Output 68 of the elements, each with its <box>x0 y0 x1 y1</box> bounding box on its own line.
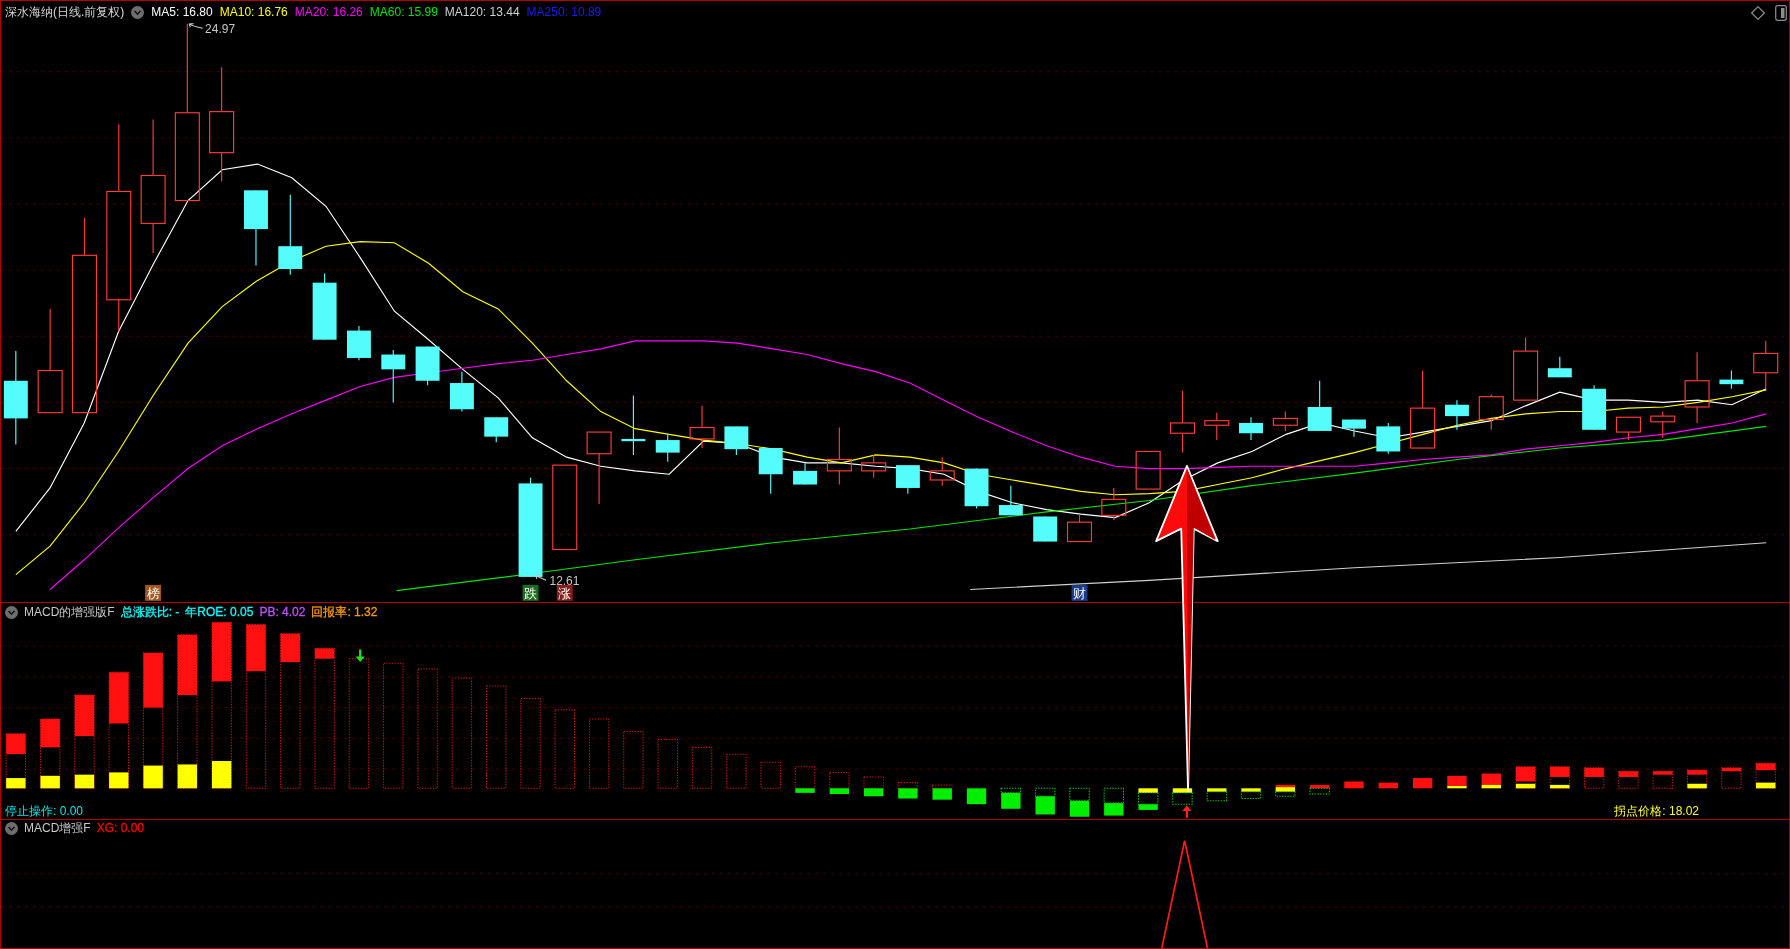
candlestick <box>346 325 371 361</box>
candlestick <box>449 371 474 413</box>
candlestick <box>1066 513 1093 543</box>
candlestick <box>826 426 852 486</box>
event-tag[interactable]: 跌 <box>522 584 539 601</box>
candlestick <box>724 425 749 456</box>
candlestick <box>1307 380 1332 432</box>
chart-title: 深水海纳(日线.前复权) <box>5 4 125 20</box>
up-arrow-icon <box>1182 805 1192 818</box>
candlestick <box>1753 340 1779 390</box>
moving-average-legend: MA20: 16.26 <box>294 4 363 20</box>
candlestick <box>1547 356 1572 378</box>
candlestick <box>1101 487 1127 521</box>
chevron-down-icon[interactable] <box>5 821 18 835</box>
moving-average-legend: MA60: 15.99 <box>369 4 438 20</box>
chevron-down-icon[interactable] <box>5 605 18 619</box>
candlestick <box>1135 450 1161 490</box>
indicator-title: MACD的增强版F <box>24 604 115 620</box>
indicator-title: MACD增强F <box>24 820 91 836</box>
candlestick <box>758 447 783 495</box>
candlestick <box>312 273 337 341</box>
candlestick <box>1204 412 1230 441</box>
indicator-value: 回报率: 1.32 <box>311 604 378 620</box>
candlestick <box>1582 384 1607 431</box>
chevron-down-icon[interactable] <box>131 5 145 19</box>
candlestick <box>1033 515 1058 543</box>
leader-line <box>188 23 204 29</box>
moving-average-legend: MA10: 16.76 <box>219 4 288 20</box>
leader-line <box>535 575 547 581</box>
candlestick <box>381 349 406 403</box>
moving-average-legend: MA5: 16.80 <box>151 4 213 20</box>
candlestick <box>1444 399 1469 431</box>
candlestick <box>415 346 440 386</box>
candlestick <box>1513 336 1539 401</box>
candlestick <box>1272 411 1298 432</box>
moving-average-legend: MA120: 13.44 <box>444 4 520 20</box>
candlestick <box>689 405 715 449</box>
candlestick <box>998 485 1023 516</box>
candlestick <box>895 464 920 495</box>
down-arrow-icon <box>355 649 365 663</box>
event-tag[interactable]: 涨 <box>556 584 573 601</box>
candlestick <box>621 395 646 456</box>
candlestick <box>793 462 817 486</box>
event-tag[interactable]: 财 <box>1071 584 1088 601</box>
candlestick <box>1478 393 1504 431</box>
candlestick <box>1239 416 1263 441</box>
stop-signal-readout: 停止操作: 0.00 <box>5 803 84 819</box>
candlestick <box>1615 416 1641 441</box>
candlestick <box>929 456 955 487</box>
candlestick <box>861 454 887 479</box>
candlestick <box>1342 418 1366 438</box>
candlestick <box>655 433 680 463</box>
indicator-value: 年ROE: 0.05 <box>185 604 254 620</box>
indicator-value: PB: 4.02 <box>259 604 306 620</box>
indicator-value: XG: 0.00 <box>96 820 145 836</box>
diamond-icon[interactable] <box>1751 6 1765 20</box>
candlestick <box>1719 369 1744 390</box>
candlestick <box>1650 411 1676 439</box>
event-tag[interactable]: 榜 <box>145 584 162 601</box>
moving-average-legend: MA250: 10.89 <box>526 4 602 20</box>
candlestick <box>1376 422 1401 455</box>
turning-price-readout: 拐点价格: 18.02 <box>1614 803 1699 819</box>
candlestick <box>484 416 509 443</box>
indicator-value: 总涨跌比: - <box>120 604 180 620</box>
panel-toggle-icon[interactable] <box>1775 5 1787 21</box>
high-price-label: 24.97 <box>205 21 236 36</box>
candlestick <box>1169 390 1195 454</box>
candlestick <box>964 468 989 510</box>
